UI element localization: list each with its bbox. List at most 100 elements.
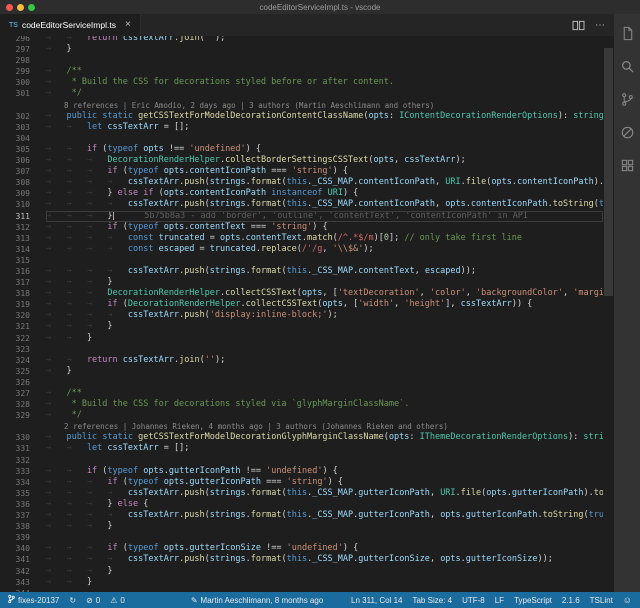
line-number[interactable]: 310 <box>0 199 30 210</box>
line-number[interactable]: 334 <box>0 477 30 488</box>
code-line-306[interactable]: 306→→→DecorationRenderHelper.collectBord… <box>0 155 603 166</box>
line-number[interactable]: 320 <box>0 310 30 321</box>
editor[interactable]: 296→→return cssTextArr.join('');297→}298… <box>0 36 614 592</box>
code-line-328[interactable]: 328→ * Build the CSS for decorations sty… <box>0 399 603 410</box>
activity-item-extensions[interactable] <box>614 149 640 182</box>
code-line-331[interactable]: 331→→let cssTextArr = []; <box>0 443 603 454</box>
line-number[interactable]: 312 <box>0 222 30 233</box>
line-number[interactable]: 317 <box>0 277 30 288</box>
line-number[interactable]: 322 <box>0 333 30 344</box>
code-line-330[interactable]: 330→public static getCSSTextForModelDeco… <box>0 432 603 443</box>
code-line-326[interactable]: 326 <box>0 377 603 388</box>
code-line-310[interactable]: 310→→→→cssTextArr.push(strings.format(th… <box>0 199 603 210</box>
line-number[interactable]: 303 <box>0 122 30 133</box>
status-item[interactable]: Tab Size: 4 <box>412 596 452 605</box>
code-line-343[interactable]: 343→→} <box>0 577 603 588</box>
code-line-327[interactable]: 327→/** <box>0 388 603 399</box>
line-number[interactable]: 309 <box>0 188 30 199</box>
line-number[interactable]: 335 <box>0 488 30 499</box>
line-number[interactable]: 325 <box>0 366 30 377</box>
tab-codeEditorServiceImpl[interactable]: TS codeEditorServiceImpl.ts × <box>0 14 141 36</box>
line-number[interactable]: 314 <box>0 244 30 255</box>
code-line-321[interactable]: 321→→→} <box>0 321 603 332</box>
code-line-307[interactable]: 307→→→if (typeof opts.contentIconPath ==… <box>0 166 603 177</box>
line-number[interactable]: 298 <box>0 55 30 66</box>
codelens-text[interactable]: 8 references | Eric Amodio, 2 days ago |… <box>46 101 434 110</box>
status-item-blame[interactable]: ✎Martin Aeschlimann, 8 months ago <box>191 596 323 605</box>
status-item-errors[interactable]: ⊘0 <box>86 596 100 605</box>
status-item-branch[interactable]: fixes-20137 <box>8 594 59 606</box>
line-number[interactable]: 324 <box>0 355 30 366</box>
code-line-304[interactable]: 304 <box>0 133 603 144</box>
line-number[interactable]: 331 <box>0 443 30 454</box>
code-line-319[interactable]: 319→→→if (DecorationRenderHelper.collect… <box>0 299 603 310</box>
line-number[interactable]: 300 <box>0 77 30 88</box>
line-number[interactable]: 304 <box>0 133 30 144</box>
code-line-313[interactable]: 313→→→→const truncated = opts.contentTex… <box>0 233 603 244</box>
line-number[interactable]: 337 <box>0 510 30 521</box>
code-line-314[interactable]: 314→→→→const escaped = truncated.replace… <box>0 244 603 255</box>
code-line-305[interactable]: 305→→if (typeof opts !== 'undefined') { <box>0 144 603 155</box>
feedback-smiley-icon[interactable]: ☺ <box>623 595 632 605</box>
status-item[interactable]: UTF-8 <box>462 596 485 605</box>
line-number[interactable]: 319 <box>0 299 30 310</box>
codelens-row[interactable]: 2 references | Johannes Rieken, 4 months… <box>0 421 603 432</box>
line-number[interactable]: 338 <box>0 521 30 532</box>
line-number[interactable]: 341 <box>0 554 30 565</box>
code-line-323[interactable]: 323 <box>0 344 603 355</box>
code-line-334[interactable]: 334→→→if (typeof opts.gutterIconPath ===… <box>0 477 603 488</box>
status-item-sync[interactable]: ↻ <box>69 596 76 605</box>
line-number[interactable]: 301 <box>0 88 30 99</box>
code-line-298[interactable]: 298 <box>0 55 603 66</box>
line-number[interactable]: 308 <box>0 177 30 188</box>
line-number[interactable]: 318 <box>0 288 30 299</box>
line-number[interactable]: 299 <box>0 66 30 77</box>
line-number[interactable]: 328 <box>0 399 30 410</box>
line-number[interactable]: 316 <box>0 266 30 277</box>
code-line-332[interactable]: 332 <box>0 455 603 466</box>
more-actions-icon[interactable]: ⋯ <box>595 20 605 31</box>
code-line-308[interactable]: 308→→→→cssTextArr.push(strings.format(th… <box>0 177 603 188</box>
line-number[interactable]: 302 <box>0 111 30 122</box>
code-line-333[interactable]: 333→→if (typeof opts.gutterIconPath !== … <box>0 466 603 477</box>
code-line-296[interactable]: 296→→return cssTextArr.join(''); <box>0 36 603 44</box>
line-number[interactable]: 333 <box>0 466 30 477</box>
line-number[interactable]: 323 <box>0 344 30 355</box>
line-number[interactable]: 311 <box>0 211 30 222</box>
codelens-row[interactable]: 8 references | Eric Amodio, 2 days ago |… <box>0 100 603 111</box>
line-number[interactable]: 306 <box>0 155 30 166</box>
code-line-342[interactable]: 342→→→} <box>0 566 603 577</box>
line-number[interactable]: 329 <box>0 410 30 421</box>
code-line-329[interactable]: 329→ */ <box>0 410 603 421</box>
code-line-317[interactable]: 317→→→} <box>0 277 603 288</box>
status-item[interactable]: 2.1.6 <box>562 596 580 605</box>
activity-item-explorer[interactable] <box>614 17 640 50</box>
close-tab-icon[interactable]: × <box>125 20 131 30</box>
activity-item-debug[interactable] <box>614 116 640 149</box>
split-editor-icon[interactable] <box>572 20 585 31</box>
line-number[interactable]: 296 <box>0 36 30 44</box>
code-line-297[interactable]: 297→} <box>0 44 603 55</box>
status-item[interactable]: Ln 311, Col 14 <box>351 596 402 605</box>
status-item[interactable]: LF <box>495 596 504 605</box>
line-number[interactable]: 340 <box>0 543 30 554</box>
line-number[interactable]: 321 <box>0 321 30 332</box>
line-number[interactable]: 297 <box>0 44 30 55</box>
code-line-309[interactable]: 309→→→} else if (opts.contentIconPath in… <box>0 188 603 199</box>
vertical-scrollbar[interactable] <box>603 36 614 592</box>
line-number[interactable]: 326 <box>0 377 30 388</box>
line-number[interactable]: 307 <box>0 166 30 177</box>
line-number[interactable]: 305 <box>0 144 30 155</box>
line-number[interactable]: 343 <box>0 577 30 588</box>
code-line-336[interactable]: 336→→→} else { <box>0 499 603 510</box>
code-line-315[interactable]: 315 <box>0 255 603 266</box>
scrollbar-thumb[interactable] <box>604 48 613 296</box>
codelens-text[interactable]: 2 references | Johannes Rieken, 4 months… <box>46 422 448 431</box>
line-number[interactable]: 315 <box>0 255 30 266</box>
code-line-301[interactable]: 301→ */ <box>0 88 603 99</box>
code-line-339[interactable]: 339 <box>0 532 603 543</box>
minimize-window-button[interactable] <box>17 4 24 11</box>
close-window-button[interactable] <box>6 4 13 11</box>
code-line-335[interactable]: 335→→→→cssTextArr.push(strings.format(th… <box>0 488 603 499</box>
code-line-299[interactable]: 299→/** <box>0 66 603 77</box>
